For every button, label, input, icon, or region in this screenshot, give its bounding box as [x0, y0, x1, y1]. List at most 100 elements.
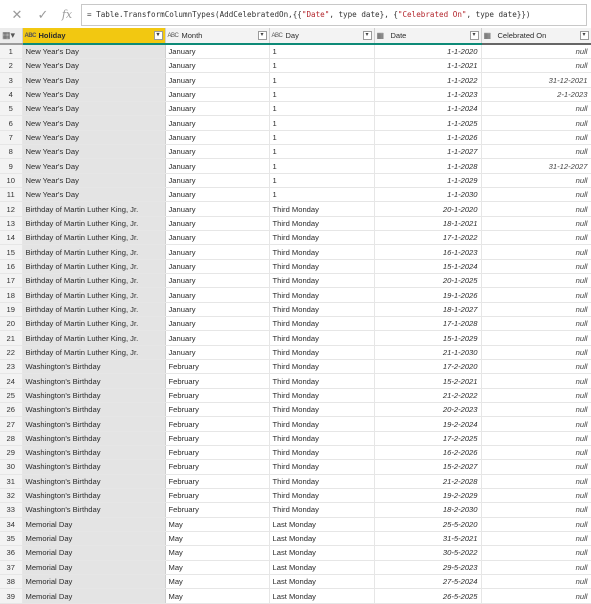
table-row[interactable]: 37 Memorial Day May Last Monday 29-5-2023 nul…	[0, 560, 591, 575]
cell-day[interactable]: Last Monday	[269, 560, 375, 575]
cell-day[interactable]: Third Monday	[269, 244, 375, 260]
table-row[interactable]: 17 Birthday of Martin Luther King, Jr. Jan…	[0, 273, 591, 289]
cell-month[interactable]: January	[165, 101, 270, 117]
cell-celebrated-on[interactable]: null	[481, 230, 591, 246]
table-row[interactable]: 5 New Year's Day January 1 1-1-2024 null	[0, 101, 591, 117]
table-row[interactable]: 20 Birthday of Martin Luther King, Jr. Jan…	[0, 316, 591, 332]
cell-date[interactable]: 1-1-2024	[374, 101, 482, 117]
cell-month[interactable]: May	[165, 588, 270, 604]
cell-celebrated-on[interactable]: null	[481, 130, 591, 146]
cell-day[interactable]: Third Monday	[269, 416, 375, 432]
cell-date[interactable]: 1-1-2027	[374, 144, 482, 160]
row-number[interactable]: 18	[0, 287, 23, 303]
table-row[interactable]: 29 Washington's Birthday February Third Mon…	[0, 445, 591, 461]
cell-date[interactable]: 1-1-2023	[374, 87, 482, 103]
cell-day[interactable]: Third Monday	[269, 302, 375, 318]
table-row[interactable]: 28 Washington's Birthday February Third Mon…	[0, 431, 591, 447]
table-row[interactable]: 23 Washington's Birthday February Third Mon…	[0, 359, 591, 375]
cell-celebrated-on[interactable]: null	[481, 502, 591, 518]
table-row[interactable]: 30 Washington's Birthday February Third Mon…	[0, 459, 591, 475]
table-row[interactable]: 33 Washington's Birthday February Third Mon…	[0, 502, 591, 518]
cell-celebrated-on[interactable]: null	[481, 144, 591, 160]
cell-celebrated-on[interactable]: null	[481, 216, 591, 232]
table-row[interactable]: 9 New Year's Day January 1 1-1-2028 31-12-202…	[0, 158, 591, 174]
table-row[interactable]: 10 New Year's Day January 1 1-1-2029 null	[0, 173, 591, 189]
row-number[interactable]: 28	[0, 431, 23, 447]
row-number[interactable]: 17	[0, 273, 23, 289]
filter-dropdown-icon[interactable]: ▾	[153, 31, 163, 40]
cell-date[interactable]: 20-1-2025	[374, 273, 482, 289]
cell-celebrated-on[interactable]: null	[481, 44, 591, 60]
cell-holiday[interactable]: Washington's Birthday	[22, 373, 166, 389]
cell-date[interactable]: 20-2-2023	[374, 402, 482, 418]
table-row[interactable]: 38 Memorial Day May Last Monday 27-5-2024 nul…	[0, 574, 591, 590]
cell-day[interactable]: Third Monday	[269, 445, 375, 461]
row-number[interactable]: 8	[0, 144, 23, 160]
cell-holiday[interactable]: Birthday of Martin Luther King, Jr.	[22, 259, 166, 275]
cell-celebrated-on[interactable]: null	[481, 402, 591, 418]
cell-day[interactable]: Third Monday	[269, 388, 375, 404]
cell-celebrated-on[interactable]: null	[481, 488, 591, 504]
cell-celebrated-on[interactable]: null	[481, 445, 591, 461]
row-number[interactable]: 31	[0, 474, 23, 489]
cell-month[interactable]: January	[165, 44, 270, 60]
cell-month[interactable]: January	[165, 130, 270, 146]
cell-month[interactable]: January	[165, 287, 270, 303]
row-number[interactable]: 6	[0, 115, 23, 131]
cell-date[interactable]: 15-2-2021	[374, 373, 482, 389]
row-number[interactable]: 15	[0, 244, 23, 260]
cell-date[interactable]: 1-1-2028	[374, 158, 482, 174]
cell-date[interactable]: 17-1-2022	[374, 230, 482, 246]
table-row[interactable]: 19 Birthday of Martin Luther King, Jr. Jan…	[0, 302, 591, 318]
row-number[interactable]: 7	[0, 130, 23, 146]
cell-celebrated-on[interactable]: null	[481, 474, 591, 489]
row-number[interactable]: 20	[0, 316, 23, 332]
cell-holiday[interactable]: New Year's Day	[22, 72, 166, 88]
column-header-holiday[interactable]: ABC Holiday ▾	[22, 28, 166, 45]
cell-month[interactable]: February	[165, 402, 270, 418]
cell-day[interactable]: Third Monday	[269, 230, 375, 246]
cell-celebrated-on[interactable]: 31-12-2021	[481, 72, 591, 88]
cell-holiday[interactable]: New Year's Day	[22, 158, 166, 174]
row-number[interactable]: 39	[0, 588, 23, 604]
row-number[interactable]: 21	[0, 330, 23, 346]
cell-date[interactable]: 29-5-2023	[374, 560, 482, 575]
cell-celebrated-on[interactable]: null	[481, 459, 591, 475]
row-number[interactable]: 4	[0, 87, 23, 103]
cell-celebrated-on[interactable]: null	[481, 431, 591, 447]
date-type-icon[interactable]: ▦	[484, 31, 498, 40]
cell-month[interactable]: May	[165, 531, 270, 547]
cell-day[interactable]: Third Monday	[269, 359, 375, 375]
cell-month[interactable]: January	[165, 216, 270, 232]
cell-month[interactable]: January	[165, 259, 270, 275]
cell-celebrated-on[interactable]: null	[481, 388, 591, 404]
table-row[interactable]: 1 New Year's Day January 1 1-1-2020 null	[0, 44, 591, 60]
row-number[interactable]: 5	[0, 101, 23, 117]
column-header-month[interactable]: ABC Month ▾	[165, 28, 270, 45]
cell-holiday[interactable]: Birthday of Martin Luther King, Jr.	[22, 287, 166, 303]
cell-month[interactable]: January	[165, 187, 270, 203]
cell-day[interactable]: 1	[269, 44, 375, 60]
row-number[interactable]: 22	[0, 345, 23, 361]
cell-day[interactable]: Last Monday	[269, 545, 375, 561]
cell-date[interactable]: 1-1-2029	[374, 173, 482, 189]
cell-celebrated-on[interactable]: null	[481, 345, 591, 361]
cell-date[interactable]: 30-5-2022	[374, 545, 482, 561]
table-row[interactable]: 11 New Year's Day January 1 1-1-2030 null	[0, 187, 591, 203]
cell-day[interactable]: Third Monday	[269, 201, 375, 217]
row-number[interactable]: 19	[0, 302, 23, 318]
row-number[interactable]: 29	[0, 445, 23, 461]
cell-holiday[interactable]: New Year's Day	[22, 58, 166, 74]
table-row[interactable]: 26 Washington's Birthday February Third Mon…	[0, 402, 591, 418]
row-number[interactable]: 32	[0, 488, 23, 504]
cell-celebrated-on[interactable]: null	[481, 187, 591, 203]
table-row[interactable]: 34 Memorial Day May Last Monday 25-5-2020 nul…	[0, 517, 591, 532]
cell-month[interactable]: January	[165, 173, 270, 189]
cell-celebrated-on[interactable]: null	[481, 201, 591, 217]
cell-holiday[interactable]: Memorial Day	[22, 560, 166, 575]
cell-day[interactable]: 1	[269, 87, 375, 103]
cell-day[interactable]: Third Monday	[269, 373, 375, 389]
cell-day[interactable]: 1	[269, 144, 375, 160]
text-type-icon[interactable]: ABC	[25, 33, 39, 39]
table-row[interactable]: 32 Washington's Birthday February Third Mon…	[0, 488, 591, 504]
